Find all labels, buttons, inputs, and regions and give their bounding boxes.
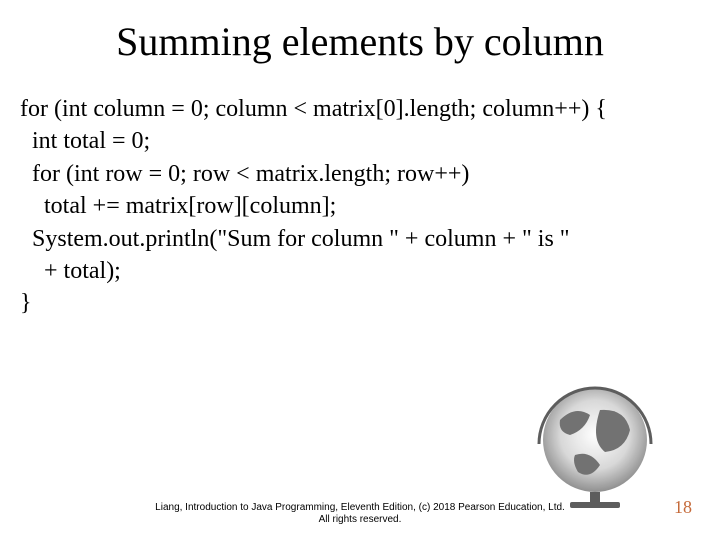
globe-icon: [530, 380, 660, 510]
code-line: }: [20, 290, 32, 316]
footer-line: All rights reserved.: [0, 514, 720, 526]
code-line: for (int column = 0; column < matrix[0].…: [20, 96, 607, 122]
footer-line: Liang, Introduction to Java Programming,…: [0, 502, 720, 514]
code-line: + total);: [20, 258, 121, 284]
page-number: 18: [674, 497, 692, 518]
code-block: for (int column = 0; column < matrix[0].…: [0, 75, 720, 320]
code-line: int total = 0;: [20, 128, 150, 154]
slide-title: Summing elements by column: [0, 0, 720, 75]
footer-attribution: Liang, Introduction to Java Programming,…: [0, 502, 720, 526]
code-line: for (int row = 0; row < matrix.length; r…: [20, 161, 469, 187]
code-line: System.out.println("Sum for column " + c…: [20, 226, 570, 252]
code-line: total += matrix[row][column];: [20, 193, 336, 219]
